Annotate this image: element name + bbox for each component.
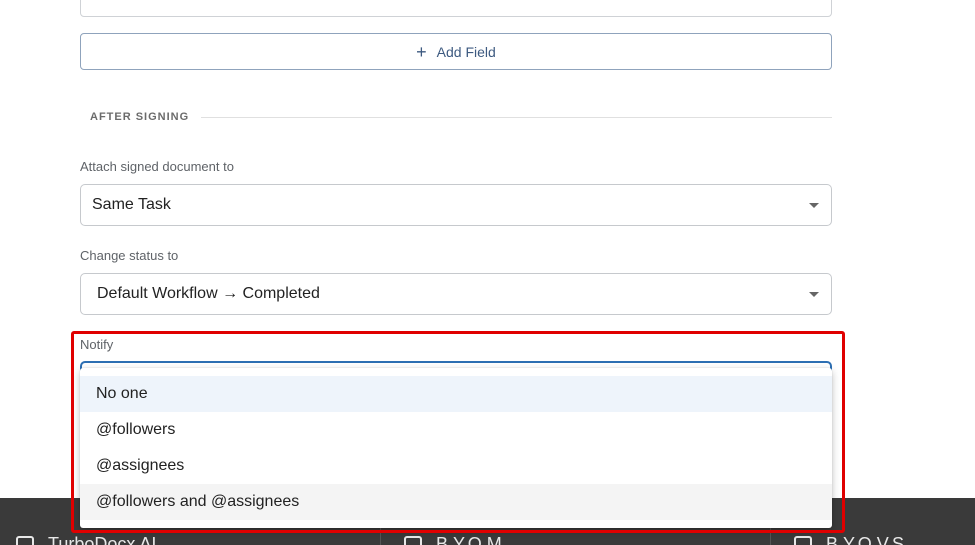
after-signing-section-header: AFTER SIGNING [80,109,832,125]
change-status-label: Change status to [80,248,179,263]
taskbar-divider [380,528,381,545]
taskbar-item-byom[interactable]: B.Y.O.M [404,534,502,545]
add-field-label: Add Field [436,43,496,60]
notify-option-no-one[interactable]: No one [80,376,832,412]
taskbar-item-byovs[interactable]: B.Y.O.V.S [794,534,904,545]
attach-label: Attach signed document to [80,159,234,174]
change-status-select[interactable]: Default Workflow → Completed [80,273,832,315]
notify-option-assignees[interactable]: @assignees [80,448,832,484]
chevron-down-icon [809,203,819,208]
notify-label: Notify [80,337,114,352]
change-status-value: Default Workflow → Completed [97,285,320,302]
attach-select-value: Same Task [92,196,171,213]
section-title: AFTER SIGNING [90,111,190,123]
add-field-button[interactable]: + Add Field [80,33,832,70]
taskbar-item-label: B.Y.O.M [436,534,502,545]
taskbar-item-turbodocx[interactable]: TurboDocx AI [16,534,156,545]
app-icon [404,535,422,545]
previous-field-input[interactable] [80,0,832,17]
attach-select[interactable]: Same Task [80,184,832,226]
plus-icon: + [416,41,427,62]
taskbar-divider [770,528,771,545]
notify-dropdown-menu: No one @followers @assignees @followers … [80,368,832,528]
chevron-down-icon [809,292,819,297]
taskbar-item-label: TurboDocx AI [48,534,157,545]
notify-option-followers-and-assignees[interactable]: @followers and @assignees [80,484,832,520]
taskbar-item-label: B.Y.O.V.S [826,534,905,545]
app-icon [794,535,812,545]
notify-option-followers[interactable]: @followers [80,412,832,448]
section-divider [201,116,832,118]
app-icon [16,535,34,545]
